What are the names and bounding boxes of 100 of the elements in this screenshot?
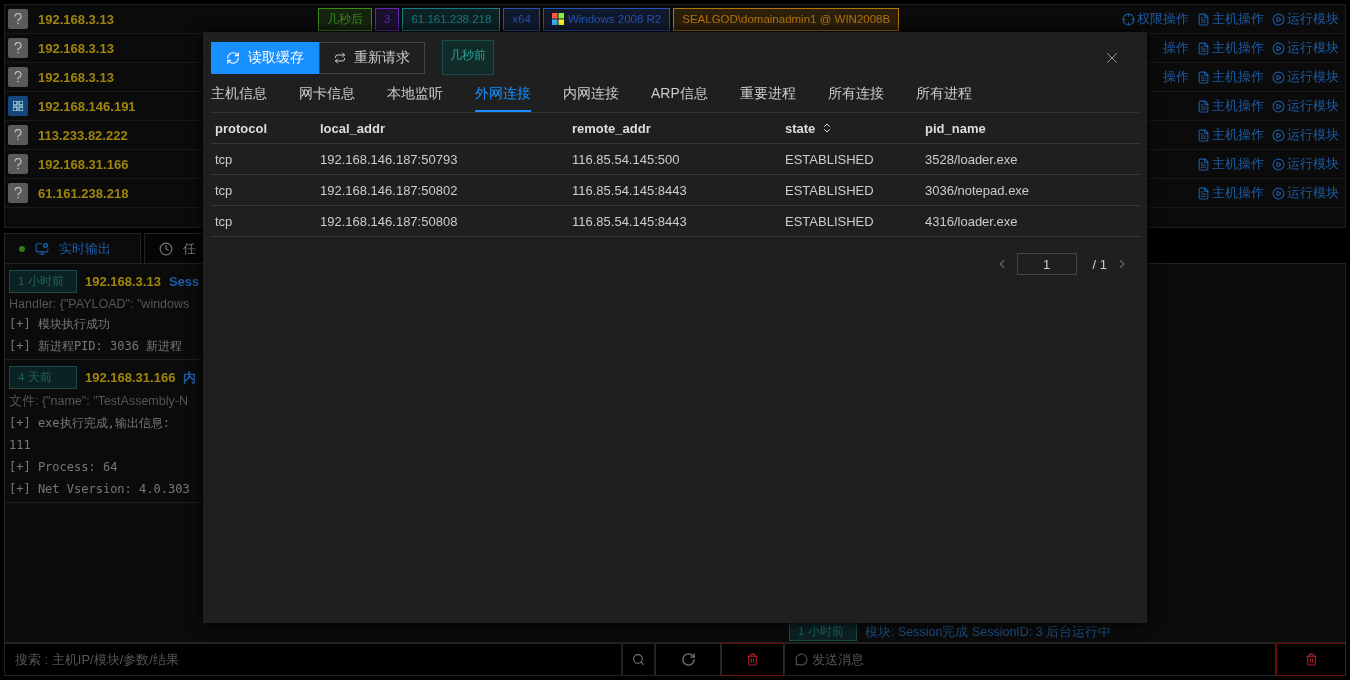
chat-icon: [795, 653, 808, 666]
table-cell: 192.168.146.187:50802: [316, 175, 568, 206]
column-header: local_addr: [316, 113, 568, 144]
column-header[interactable]: state: [781, 113, 921, 144]
action-link[interactable]: 运行模块: [1272, 68, 1339, 86]
tag-text: 几秒后: [327, 11, 363, 27]
action-link[interactable]: 运行模块: [1272, 97, 1339, 115]
action-link[interactable]: 主机操作: [1197, 39, 1264, 57]
table-cell: tcp: [211, 175, 316, 206]
question-icon: [14, 13, 22, 25]
repeat-icon: [334, 51, 346, 64]
play-icon: [1272, 41, 1285, 55]
action-link[interactable]: 运行模块: [1272, 184, 1339, 202]
modal-tab[interactable]: 重要进程: [739, 81, 796, 112]
log-line: [+] 新进程PID: 3036 新进程: [9, 338, 184, 355]
search-button[interactable]: [622, 643, 655, 676]
tag-text: x64: [512, 13, 531, 25]
action-link[interactable]: 运行模块: [1272, 126, 1339, 144]
play-icon: [1272, 128, 1285, 142]
log-ip: 192.168.3.13: [85, 274, 161, 289]
question-icon: [14, 158, 22, 170]
action-link[interactable]: 运行模块: [1272, 155, 1339, 173]
action-link[interactable]: 主机操作: [1197, 10, 1264, 28]
refresh-button[interactable]: [655, 643, 721, 676]
table-cell: ESTABLISHED: [781, 144, 921, 175]
modal-tab[interactable]: 外网连接: [475, 81, 531, 112]
question-icon: [14, 129, 22, 141]
document-icon: [1197, 41, 1210, 55]
action-link[interactable]: 操作: [1163, 68, 1189, 86]
modal-tab[interactable]: 主机信息: [211, 81, 267, 112]
action-link[interactable]: 主机操作: [1197, 97, 1264, 115]
column-header: pid_name: [921, 113, 1140, 144]
document-icon: [1197, 186, 1210, 200]
trash-icon: [746, 653, 759, 666]
monitor-icon: [35, 241, 49, 256]
modal-tab[interactable]: 内网连接: [563, 81, 619, 112]
table-cell: 3528/loader.exe: [921, 144, 1140, 175]
table-cell: tcp: [211, 206, 316, 237]
column-header: remote_addr: [568, 113, 781, 144]
delete-button[interactable]: [1276, 643, 1346, 676]
question-icon: [14, 71, 22, 83]
question-icon: [14, 42, 22, 54]
log-title: 内: [183, 368, 197, 387]
action-link[interactable]: 主机操作: [1197, 155, 1264, 173]
action-link[interactable]: 主机操作: [1197, 184, 1264, 202]
log-detail: Handler: {"PAYLOAD": "windows: [9, 297, 191, 311]
document-icon: [1197, 70, 1210, 84]
modal-tab[interactable]: 本地监听: [387, 81, 443, 112]
log-line: [+] 模块执行成功: [9, 316, 111, 333]
modal-tab[interactable]: 所有连接: [827, 81, 884, 112]
play-icon: [1272, 12, 1285, 26]
tag-text: 61.161.238.218: [411, 13, 492, 25]
search-field[interactable]: 搜索 : 主机IP/模块/参数/结果: [4, 643, 622, 676]
action-link[interactable]: 运行模块: [1272, 10, 1339, 28]
log-line: [+] exe执行完成,输出信息:: [9, 415, 172, 432]
action-link[interactable]: 权限操作: [1122, 10, 1189, 28]
log-line: [+] Net Vsersion: 4.0.303: [9, 481, 191, 498]
table-cell: ESTABLISHED: [781, 206, 921, 237]
action-link[interactable]: 主机操作: [1197, 126, 1264, 144]
page-field[interactable]: 1: [1016, 253, 1077, 275]
time-tag: 1 小时前: [9, 270, 77, 293]
time-tag: 几秒前: [442, 40, 494, 75]
search-icon: [632, 653, 645, 666]
table-cell: 116.85.54.145:8443: [568, 175, 781, 206]
host-ip[interactable]: 192.168.3.13: [38, 11, 318, 27]
document-icon: [1197, 157, 1210, 171]
output-tab[interactable]: 实时输出: [4, 233, 141, 263]
status-dot: [19, 245, 25, 252]
page-total: / 1: [1092, 256, 1107, 272]
trash-icon: [1304, 653, 1318, 666]
read-cache-button[interactable]: 读取缓存: [211, 41, 319, 74]
table-cell: 116.85.54.145:500: [568, 144, 781, 175]
time-tag: 4 天前: [9, 366, 77, 389]
tag-text: SEALGOD\domainadmin1 @ WIN2008B: [682, 13, 891, 25]
log-message: 模块: Session完成 SessionID: 3 后台运行中: [865, 624, 1112, 641]
modal-tab[interactable]: 所有进程: [915, 81, 972, 112]
play-icon: [1272, 186, 1285, 200]
log-title: Sess: [168, 274, 200, 289]
action-link[interactable]: 运行模块: [1272, 39, 1339, 57]
tag-text: 3: [384, 13, 391, 25]
clock-icon: [159, 241, 173, 256]
log-line: 111: [9, 437, 32, 454]
tag-text: Windows 2008 R2: [567, 13, 662, 25]
delete-button[interactable]: [721, 643, 784, 676]
play-icon: [1272, 99, 1285, 113]
message-field[interactable]: 发送消息: [784, 643, 1276, 676]
refresh-icon: [680, 652, 696, 667]
table-cell: 4316/loader.exe: [921, 206, 1140, 237]
re-request-button[interactable]: 重新请求: [319, 41, 425, 74]
action-link[interactable]: 操作: [1163, 39, 1189, 57]
action-link[interactable]: 主机操作: [1197, 68, 1264, 86]
modal-tab[interactable]: 网卡信息: [299, 81, 355, 112]
document-icon: [1197, 12, 1210, 26]
table-cell: 116.85.54.145:8443: [568, 206, 781, 237]
column-header: protocol: [211, 113, 316, 144]
table-cell: tcp: [211, 144, 316, 175]
modal-tab[interactable]: ARP信息: [651, 81, 708, 112]
log-detail: 文件: {"name": "TestAssembly-N: [9, 393, 189, 410]
document-icon: [1197, 128, 1210, 142]
crosshair-icon: [1122, 12, 1135, 26]
